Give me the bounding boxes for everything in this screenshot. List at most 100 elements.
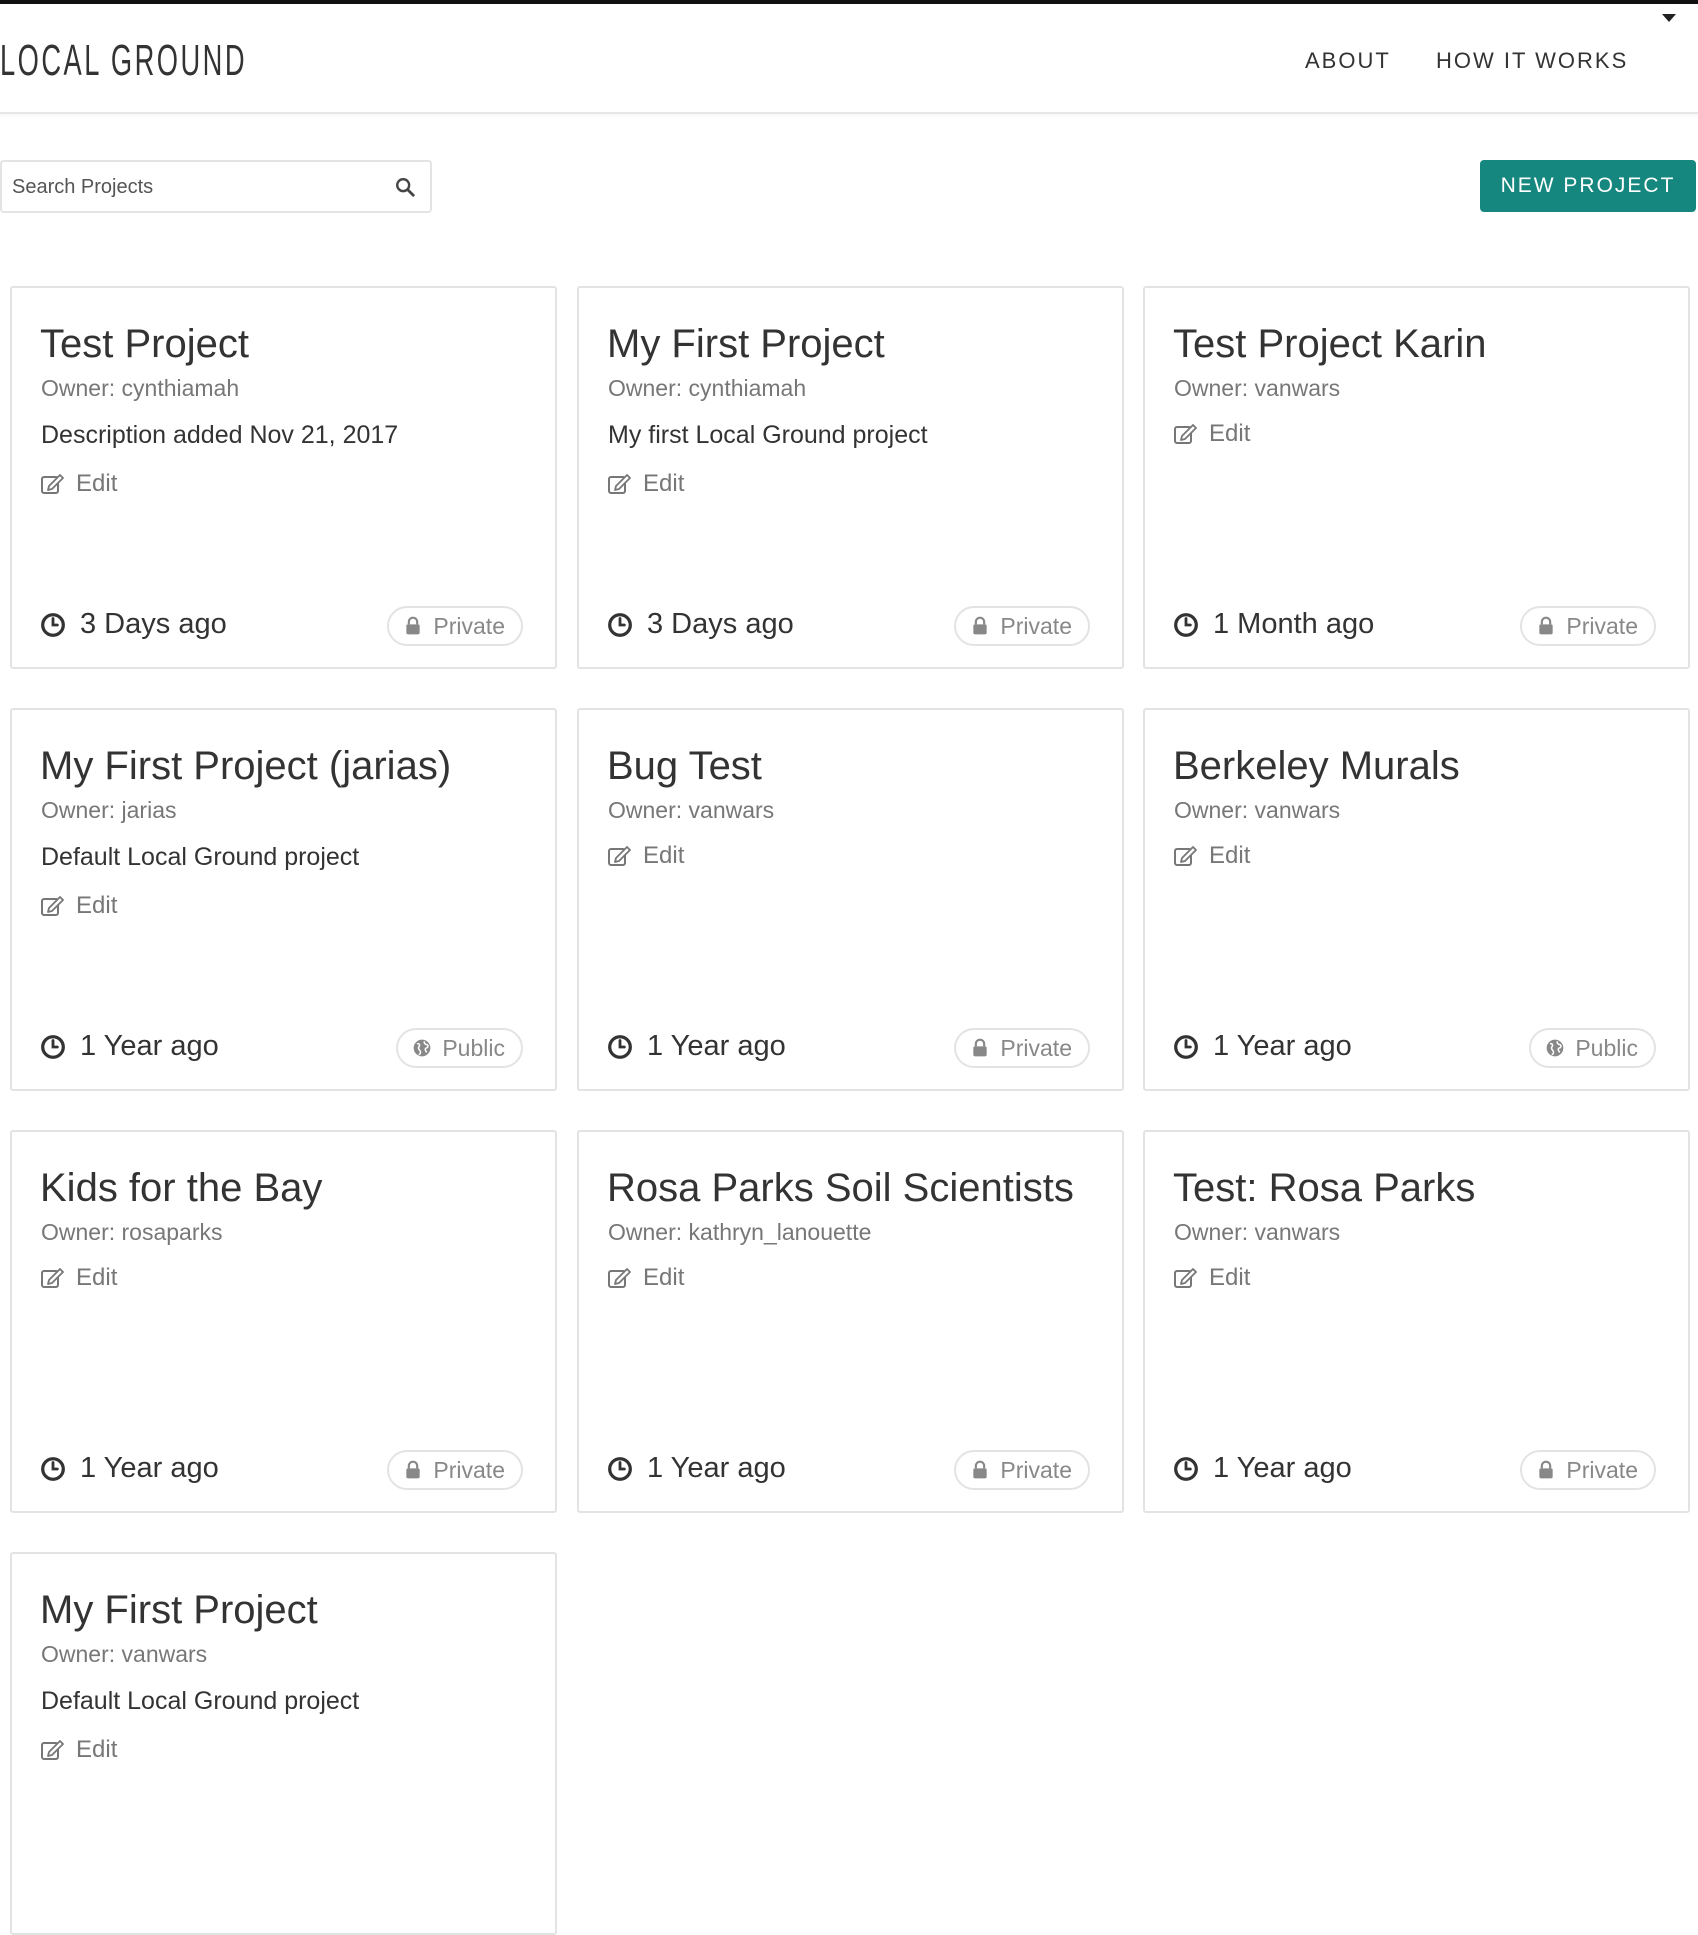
project-updated: 1 Year ago	[1173, 1030, 1352, 1063]
visibility-badge: Private	[954, 1028, 1090, 1068]
project-card[interactable]: My First Project Owner: vanwars Default Lo…	[10, 1552, 557, 1935]
project-title[interactable]: My First Project	[40, 1588, 318, 1633]
project-title[interactable]: My First Project (jarias)	[40, 744, 451, 789]
project-card[interactable]: Rosa Parks Soil Scientists Owner: kathryn…	[577, 1130, 1124, 1513]
edit-link[interactable]: Edit	[1173, 842, 1250, 870]
clock-icon	[41, 1034, 65, 1059]
updated-time: 1 Year ago	[80, 1030, 219, 1062]
clock-icon	[608, 1456, 632, 1481]
edit-link[interactable]: Edit	[1173, 1264, 1250, 1292]
project-title[interactable]: My First Project	[607, 322, 885, 367]
project-updated: 1 Year ago	[40, 1030, 219, 1063]
lock-icon	[406, 1460, 421, 1479]
edit-icon	[41, 474, 64, 494]
visibility-badge: Public	[396, 1028, 523, 1068]
project-updated: 3 Days ago	[40, 608, 227, 641]
edit-label: Edit	[1209, 842, 1251, 869]
project-updated: 1 Year ago	[607, 1030, 786, 1063]
project-owner: Owner: kathryn_lanouette	[608, 1219, 872, 1245]
edit-icon	[608, 474, 631, 494]
edit-link[interactable]: Edit	[607, 1264, 684, 1292]
clock-icon	[1174, 1034, 1198, 1059]
updated-time: 3 Days ago	[80, 608, 227, 640]
project-title[interactable]: Berkeley Murals	[1173, 744, 1460, 789]
edit-label: Edit	[76, 1736, 118, 1763]
project-updated: 1 Year ago	[607, 1452, 786, 1485]
updated-time: 1 Year ago	[1213, 1452, 1352, 1484]
caret-down-icon[interactable]	[1662, 14, 1676, 22]
edit-link[interactable]: Edit	[607, 470, 684, 498]
updated-time: 3 Days ago	[647, 608, 794, 640]
project-title[interactable]: Kids for the Bay	[40, 1166, 322, 1211]
edit-link[interactable]: Edit	[607, 842, 684, 870]
nav-how-it-works-link[interactable]: HOW IT WORKS	[1436, 48, 1628, 74]
clock-icon	[1174, 1456, 1198, 1481]
clock-icon	[1174, 612, 1198, 637]
edit-label: Edit	[76, 1264, 118, 1291]
project-owner: Owner: vanwars	[1174, 1219, 1341, 1245]
project-title[interactable]: Bug Test	[607, 744, 762, 789]
lock-icon	[1539, 616, 1554, 635]
edit-icon	[41, 1268, 64, 1288]
edit-label: Edit	[643, 470, 685, 497]
project-owner: Owner: vanwars	[41, 1641, 208, 1667]
visibility-badge: Private	[954, 1450, 1090, 1490]
visibility-label: Private	[433, 1456, 505, 1483]
clock-icon	[608, 612, 632, 637]
edit-link[interactable]: Edit	[1173, 420, 1250, 448]
edit-label: Edit	[1209, 1264, 1251, 1291]
project-card[interactable]: Test Project Karin Owner: vanwars Edit 1 Mo…	[1143, 286, 1690, 669]
project-card[interactable]: Berkeley Murals Owner: vanwars Edit 1 Year …	[1143, 708, 1690, 1091]
project-card[interactable]: Bug Test Owner: vanwars Edit 1 Year ago Priv…	[577, 708, 1124, 1091]
edit-label: Edit	[643, 1264, 685, 1291]
nav-about-link[interactable]: ABOUT	[1305, 48, 1391, 74]
search-box	[0, 160, 432, 213]
edit-link[interactable]: Edit	[40, 1736, 117, 1764]
clock-icon	[608, 1034, 632, 1059]
lock-icon	[973, 1038, 988, 1057]
project-owner: Owner: cynthiamah	[41, 375, 240, 401]
project-card[interactable]: Test: Rosa Parks Owner: vanwars Edit 1 Year…	[1143, 1130, 1690, 1513]
logo[interactable]: LOCAL GROUND	[0, 36, 247, 86]
project-card[interactable]: My First Project Owner: cynthiamah My firs…	[577, 286, 1124, 669]
project-title[interactable]: Rosa Parks Soil Scientists	[607, 1166, 1074, 1211]
updated-time: 1 Year ago	[80, 1452, 219, 1484]
project-owner: Owner: rosaparks	[41, 1219, 223, 1245]
visibility-badge: Private	[387, 1450, 523, 1490]
globe-icon	[1547, 1039, 1564, 1057]
clock-icon	[41, 1456, 65, 1481]
edit-icon	[41, 896, 64, 916]
project-card[interactable]: Kids for the Bay Owner: rosaparks Edit 1 Ye…	[10, 1130, 557, 1513]
project-card[interactable]: My First Project (jarias) Owner: jarias De…	[10, 708, 557, 1091]
visibility-label: Private	[1566, 612, 1638, 639]
visibility-label: Private	[1000, 1456, 1072, 1483]
updated-time: 1 Year ago	[1213, 1030, 1352, 1062]
project-updated: 1 Year ago	[40, 1452, 219, 1485]
updated-time: 1 Year ago	[647, 1452, 786, 1484]
project-title[interactable]: Test: Rosa Parks	[1173, 1166, 1475, 1211]
edit-link[interactable]: Edit	[40, 892, 117, 920]
search-input[interactable]	[12, 170, 382, 204]
edit-label: Edit	[643, 842, 685, 869]
edit-link[interactable]: Edit	[40, 1264, 117, 1292]
new-project-button[interactable]: NEW PROJECT	[1480, 160, 1696, 212]
project-title[interactable]: Test Project	[40, 322, 249, 367]
project-owner: Owner: jarias	[41, 797, 177, 823]
edit-icon	[1174, 846, 1197, 866]
search-icon[interactable]	[394, 176, 416, 198]
project-description: Default Local Ground project	[41, 1687, 360, 1715]
project-card[interactable]: Test Project Owner: cynthiamah Description…	[10, 286, 557, 669]
edit-icon	[608, 1268, 631, 1288]
edit-icon	[608, 846, 631, 866]
visibility-label: Public	[1575, 1034, 1638, 1061]
lock-icon	[973, 616, 988, 635]
project-title[interactable]: Test Project Karin	[1173, 322, 1486, 367]
project-updated: 1 Month ago	[1173, 608, 1374, 641]
project-owner: Owner: vanwars	[608, 797, 775, 823]
edit-link[interactable]: Edit	[40, 470, 117, 498]
edit-icon	[1174, 424, 1197, 444]
visibility-label: Public	[442, 1034, 505, 1061]
project-updated: 3 Days ago	[607, 608, 794, 641]
edit-icon	[1174, 1268, 1197, 1288]
project-owner: Owner: vanwars	[1174, 375, 1341, 401]
